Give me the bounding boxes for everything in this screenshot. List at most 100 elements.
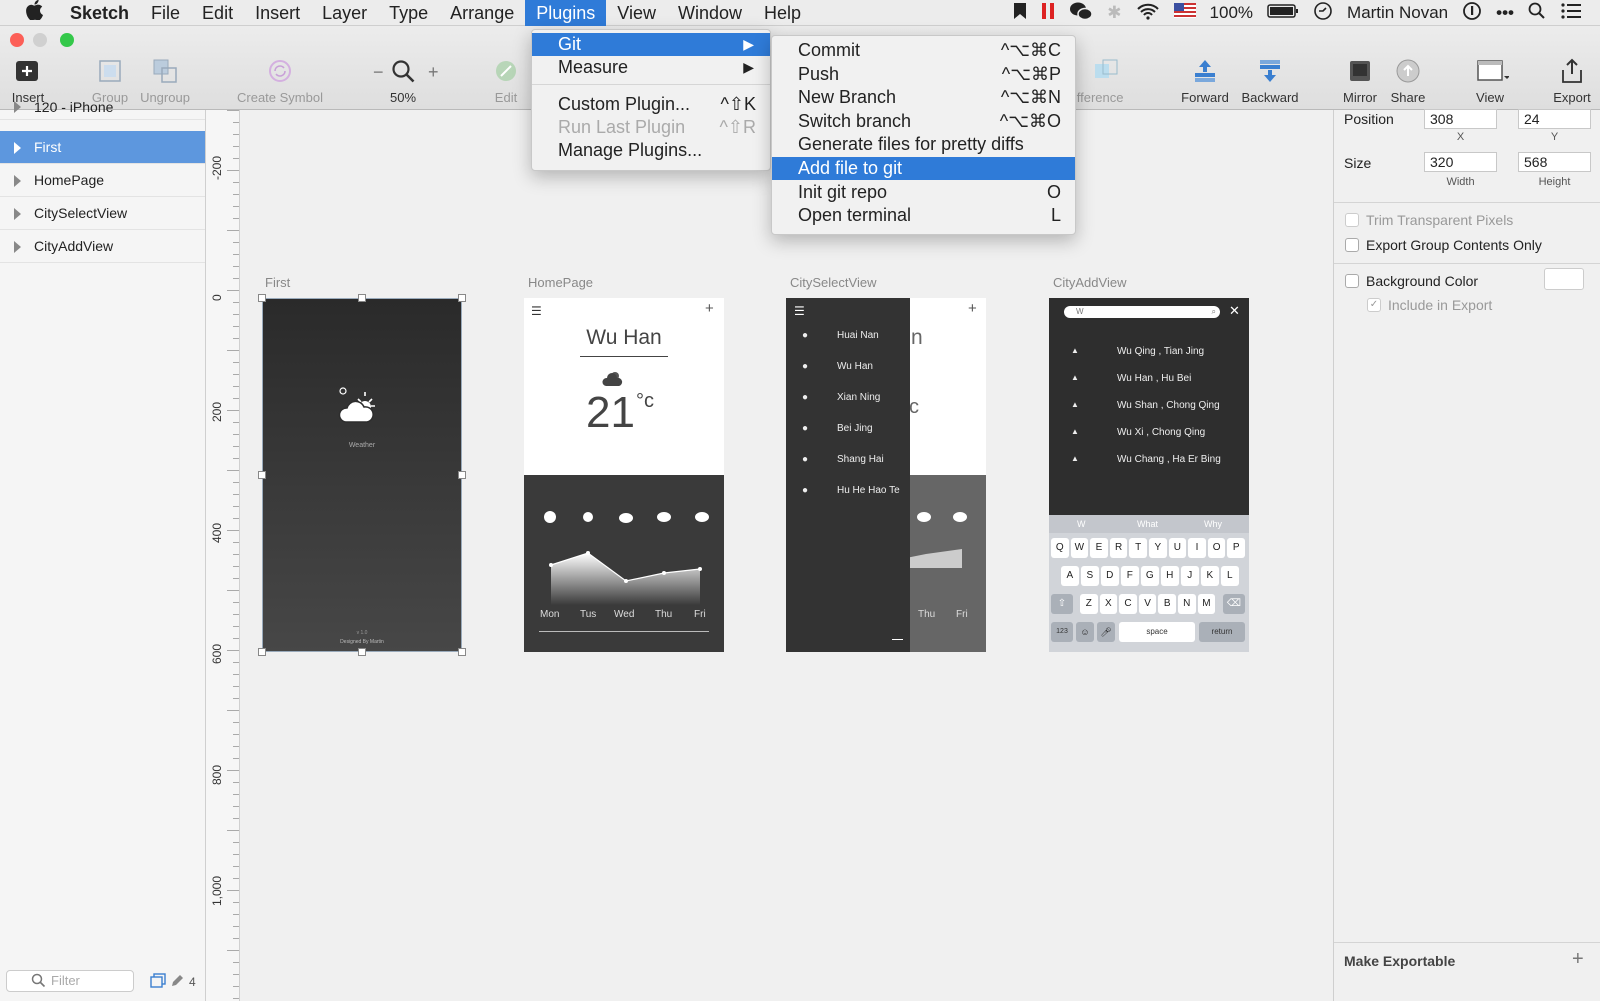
background-color-checkbox[interactable] bbox=[1345, 274, 1359, 288]
pause-icon[interactable] bbox=[1041, 2, 1055, 25]
disclosure-triangle-icon bbox=[14, 101, 21, 113]
search-icon[interactable] bbox=[1528, 2, 1546, 25]
include-export-checkbox[interactable]: ✓ bbox=[1367, 298, 1381, 312]
height-field[interactable]: 568 bbox=[1518, 152, 1591, 172]
artboard-label-homepage[interactable]: HomePage bbox=[528, 275, 593, 290]
layer-homepage[interactable]: HomePage bbox=[0, 164, 205, 197]
clock-icon[interactable] bbox=[1313, 1, 1333, 26]
ruler-tick bbox=[227, 950, 239, 951]
create-symbol-button[interactable]: Create Symbol bbox=[230, 58, 330, 105]
git-menu-item[interactable]: Push ^⌥⌘P bbox=[772, 63, 1075, 86]
info-icon[interactable] bbox=[1462, 1, 1482, 26]
view-button[interactable]: View bbox=[1467, 58, 1513, 105]
git-menu-item[interactable]: Open terminal L bbox=[772, 204, 1075, 227]
artboard-cityaddview[interactable]: W ⌕ ✕ ▲ Wu Qing , Tian Jing ▲ Wu Han , Hu B… bbox=[1049, 298, 1249, 652]
menu-view[interactable]: View bbox=[606, 0, 667, 26]
menu-plugins[interactable]: Plugins bbox=[525, 0, 607, 26]
ruler-tick bbox=[233, 482, 239, 483]
background-color-swatch[interactable] bbox=[1544, 268, 1584, 290]
position-x-field[interactable]: 308 bbox=[1424, 109, 1497, 129]
make-exportable-label[interactable]: Make Exportable bbox=[1344, 953, 1455, 969]
artboard-label-cityaddview[interactable]: CityAddView bbox=[1053, 275, 1126, 290]
menu-sketch[interactable]: Sketch bbox=[59, 0, 140, 26]
ruler-tick bbox=[233, 782, 239, 783]
git-menu-item[interactable]: Switch branch ^⌥⌘O bbox=[772, 110, 1075, 133]
menu-file[interactable]: File bbox=[140, 0, 191, 26]
keyboard-key: P bbox=[1227, 538, 1245, 558]
resize-handle-tl[interactable] bbox=[258, 294, 266, 302]
artboard-label-cityselectview[interactable]: CitySelectView bbox=[790, 275, 876, 290]
position-y-field[interactable]: 24 bbox=[1518, 109, 1591, 129]
add-export-icon[interactable]: + bbox=[1572, 948, 1584, 971]
menu-item-manage-plugins[interactable]: Manage Plugins... bbox=[532, 139, 770, 162]
wifi-icon[interactable] bbox=[1136, 2, 1160, 25]
pages-icon[interactable] bbox=[150, 973, 166, 993]
ruler-tick bbox=[233, 662, 239, 663]
difference-button[interactable]: Difference bbox=[1064, 58, 1139, 105]
menu-window[interactable]: Window bbox=[667, 0, 753, 26]
layer-cityaddview[interactable]: CityAddView bbox=[0, 230, 205, 263]
apple-icon[interactable] bbox=[0, 0, 59, 26]
artboard-label-first[interactable]: First bbox=[265, 275, 290, 290]
keyboard-key: T bbox=[1129, 538, 1147, 558]
wechat-icon[interactable] bbox=[1069, 1, 1094, 26]
export-group-checkbox[interactable] bbox=[1345, 238, 1359, 252]
forward-button[interactable]: Forward bbox=[1180, 58, 1230, 105]
ruler-tick bbox=[233, 218, 239, 219]
mirror-button[interactable]: Mirror bbox=[1340, 58, 1380, 105]
git-menu-item[interactable]: New Branch ^⌥⌘N bbox=[772, 86, 1075, 109]
menu-item-git[interactable]: Git ▶ bbox=[532, 33, 770, 56]
layer-page-iphone[interactable]: 120 - iPhone bbox=[0, 98, 205, 120]
git-menu-item[interactable]: Commit ^⌥⌘C bbox=[772, 39, 1075, 62]
resize-handle-tm[interactable] bbox=[358, 294, 366, 302]
menu-item-custom-plugin[interactable]: Custom Plugin... ^⇧K bbox=[532, 93, 770, 116]
zoom-out-button[interactable]: − bbox=[373, 62, 384, 83]
user-name[interactable]: Martin Novan bbox=[1347, 3, 1448, 23]
minimize-window-button[interactable] bbox=[33, 33, 47, 47]
resize-handle-mr[interactable] bbox=[458, 471, 466, 479]
artboard-cityselectview[interactable]: n c + Thu Fri ☰ ● Huai Nan ● Wu Han ● Xian … bbox=[786, 298, 986, 652]
width-field[interactable]: 320 bbox=[1424, 152, 1497, 172]
more-icon[interactable]: ••• bbox=[1496, 3, 1514, 23]
keyboard-key: J bbox=[1181, 566, 1199, 586]
git-menu-item[interactable]: Add file to git bbox=[772, 157, 1075, 180]
resize-handle-bl[interactable] bbox=[258, 648, 266, 656]
notification-center-icon[interactable] bbox=[1560, 2, 1582, 25]
layers-panel: 120 - iPhone First HomePage CitySelectVi… bbox=[0, 99, 206, 1001]
close-window-button[interactable] bbox=[10, 33, 24, 47]
edit-button[interactable]: Edit bbox=[488, 58, 524, 105]
artboard-homepage[interactable]: ☰ + Wu Han 21 °c Mon Tus Wed Thu Fri bbox=[524, 298, 724, 652]
menu-item-run-last-plugin[interactable]: Run Last Plugin ^⇧R bbox=[532, 116, 770, 139]
menu-insert[interactable]: Insert bbox=[244, 0, 311, 26]
send-backward-icon bbox=[1257, 58, 1283, 84]
menu-edit[interactable]: Edit bbox=[191, 0, 244, 26]
git-menu-item[interactable]: Init git repo O bbox=[772, 181, 1075, 204]
menu-layer[interactable]: Layer bbox=[311, 0, 378, 26]
ruler-tick bbox=[233, 158, 239, 159]
export-button[interactable]: Export bbox=[1552, 58, 1592, 105]
bluetooth-icon[interactable]: ✱ bbox=[1107, 3, 1121, 23]
zoom-window-button[interactable] bbox=[60, 33, 74, 47]
flag-icon[interactable] bbox=[1173, 3, 1196, 23]
resize-handle-ml[interactable] bbox=[258, 471, 266, 479]
bookmark-icon[interactable] bbox=[1013, 2, 1027, 25]
git-menu-item[interactable]: Generate files for pretty diffs bbox=[772, 133, 1075, 156]
height-caption: Height bbox=[1538, 176, 1571, 188]
resize-handle-br[interactable] bbox=[458, 648, 466, 656]
trim-pixels-checkbox[interactable] bbox=[1345, 213, 1359, 227]
pencil-icon[interactable] bbox=[170, 973, 184, 993]
share-button[interactable]: Share bbox=[1388, 58, 1428, 105]
layer-filter-input[interactable]: Filter bbox=[6, 970, 134, 992]
menu-arrange[interactable]: Arrange bbox=[439, 0, 525, 26]
menu-help[interactable]: Help bbox=[753, 0, 812, 26]
layer-cityselectview[interactable]: CitySelectView bbox=[0, 197, 205, 230]
ruler-tick bbox=[233, 806, 239, 807]
battery-icon[interactable] bbox=[1267, 3, 1299, 24]
menu-type[interactable]: Type bbox=[378, 0, 439, 26]
backward-button[interactable]: Backward bbox=[1240, 58, 1300, 105]
resize-handle-tr[interactable] bbox=[458, 294, 466, 302]
menu-item-measure[interactable]: Measure ▶ bbox=[532, 56, 770, 79]
layer-first[interactable]: First bbox=[0, 131, 205, 164]
resize-handle-bm[interactable] bbox=[358, 648, 366, 656]
zoom-in-button[interactable]: + bbox=[428, 62, 439, 83]
